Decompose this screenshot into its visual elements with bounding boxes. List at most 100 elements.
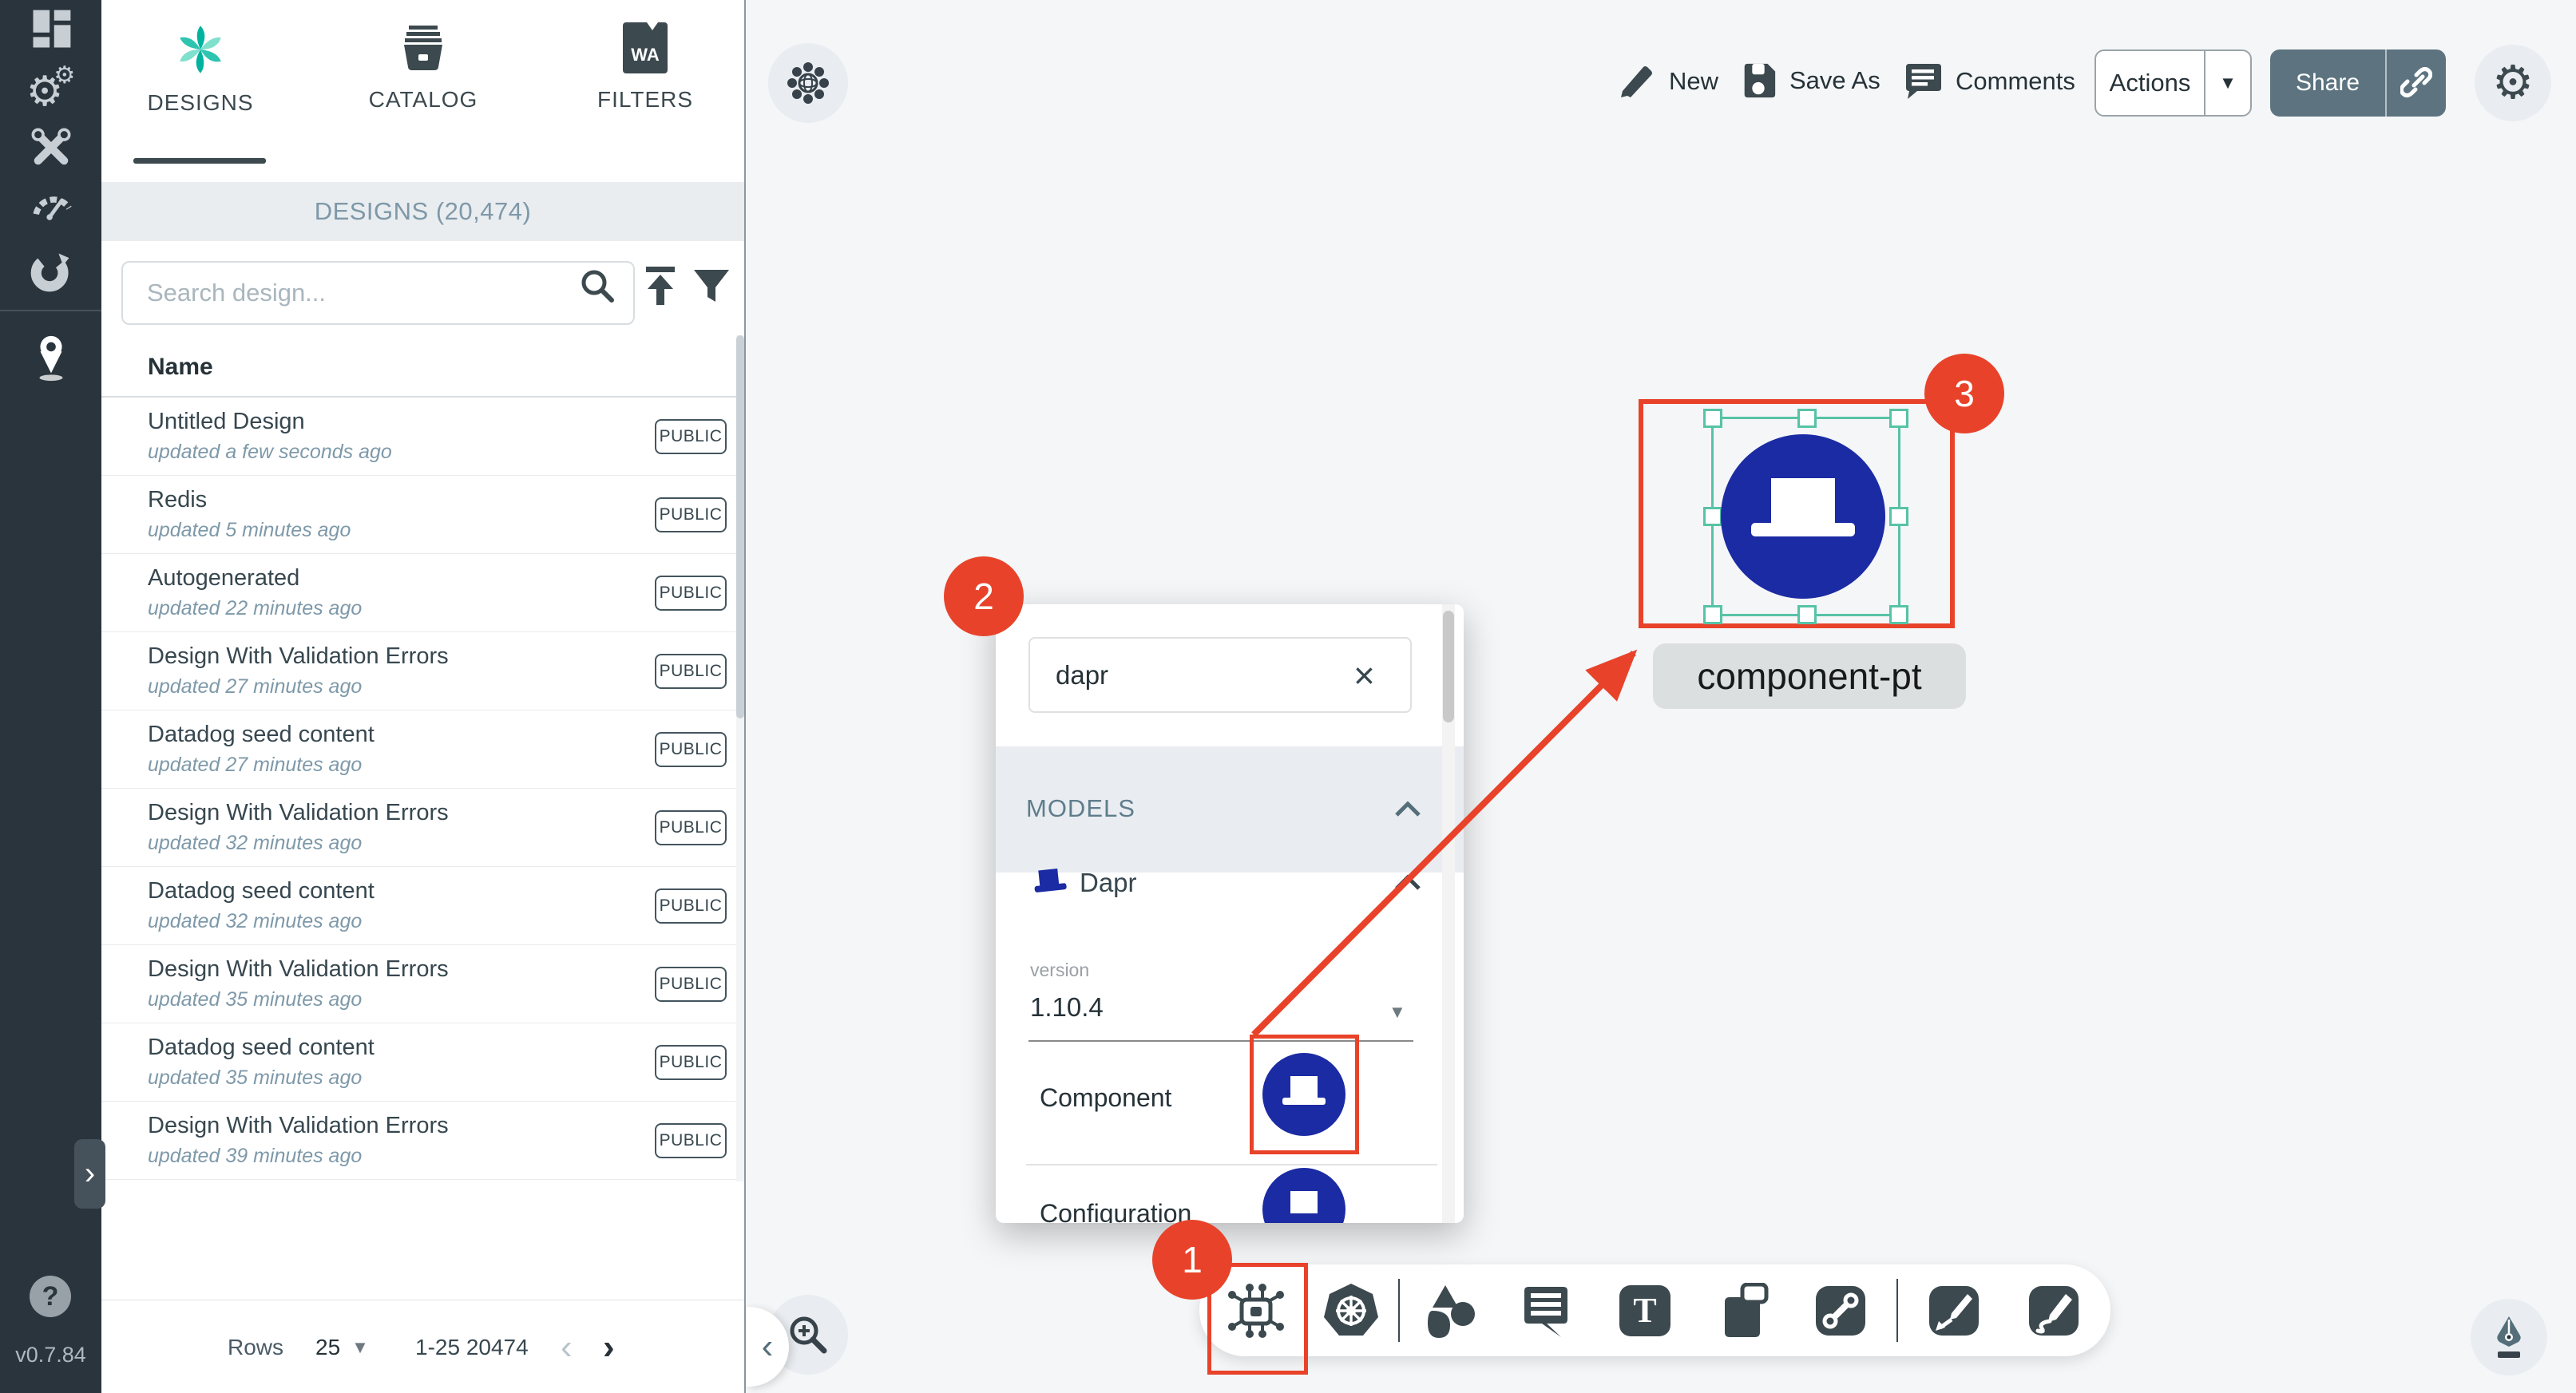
design-list-item[interactable]: Design With Validation Errors updated 32… xyxy=(101,789,744,867)
design-list-item[interactable]: Design With Validation Errors updated 27… xyxy=(101,632,744,710)
search-icon[interactable] xyxy=(577,265,620,308)
component-row-label: Component xyxy=(1040,1083,1171,1113)
sidebar-item-kanvas[interactable] xyxy=(0,329,101,386)
save-as-button[interactable]: Save As xyxy=(1738,61,1880,101)
annotation-box-component-icon xyxy=(1250,1035,1359,1154)
design-list-item[interactable]: Design With Validation Errors updated 39… xyxy=(101,1102,744,1180)
help-button[interactable]: ? xyxy=(30,1276,71,1317)
list-scrollbar[interactable] xyxy=(736,335,744,1181)
design-canvas[interactable]: ‹ New xyxy=(744,0,2576,1393)
active-tab-underline xyxy=(133,158,266,164)
publish-upload-icon[interactable] xyxy=(638,263,683,308)
design-updated-text: updated 27 minutes ago xyxy=(148,675,362,698)
design-list-item[interactable]: Datadog seed content updated 27 minutes … xyxy=(101,710,744,789)
version-text: v0.7.84 xyxy=(0,1343,101,1367)
dapr-component-node[interactable] xyxy=(1720,433,1886,600)
freehand-draw-tool[interactable] xyxy=(2014,1264,2094,1356)
chevron-up-icon xyxy=(1393,799,1422,818)
filter-funnel-icon[interactable] xyxy=(691,265,732,307)
sticky-note-icon xyxy=(1718,1283,1771,1339)
tab-catalog[interactable]: CATALOG xyxy=(343,22,503,166)
sidebar-item-extensions[interactable] xyxy=(0,243,101,300)
resize-handle[interactable] xyxy=(1797,605,1817,624)
sidebar-item-lifecycle[interactable]: ⚙⚙ xyxy=(0,59,101,117)
design-name: Datadog seed content xyxy=(148,1035,375,1061)
dialog-scrollbar[interactable] xyxy=(1442,604,1455,1223)
actions-split-button[interactable]: Actions ▼ xyxy=(2094,49,2252,117)
rows-per-page-select[interactable]: 25 ▼ xyxy=(315,1300,369,1393)
design-list-item[interactable]: Design With Validation Errors updated 35… xyxy=(101,945,744,1023)
design-list-item[interactable]: Datadog seed content updated 35 minutes … xyxy=(101,1023,744,1102)
resize-handle[interactable] xyxy=(1797,409,1817,428)
design-list-item[interactable]: Redis updated 5 minutes ago PUBLIC xyxy=(101,476,744,554)
design-name: Design With Validation Errors xyxy=(148,643,449,670)
prev-page-button[interactable]: ‹ xyxy=(561,1300,573,1393)
design-updated-text: updated 39 minutes ago xyxy=(148,1145,362,1168)
new-button[interactable]: New xyxy=(1616,61,1718,102)
tab-filters-label: FILTERS xyxy=(565,87,725,113)
node-label[interactable]: component-pt xyxy=(1653,643,1966,709)
tab-filters[interactable]: WA FILTERS xyxy=(565,22,725,166)
model-name-label: Dapr xyxy=(1080,868,1137,898)
design-name: Redis xyxy=(148,487,207,513)
component-search-dialog: × MODELS Dapr version 1.10.4 xyxy=(996,604,1464,1223)
resize-handle[interactable] xyxy=(1889,409,1908,428)
actions-dropdown-arrow[interactable]: ▼ xyxy=(2205,73,2250,93)
gauge-icon xyxy=(27,181,75,229)
settings-button[interactable]: ⚙ xyxy=(2475,45,2551,121)
design-visibility-badge: PUBLIC xyxy=(655,810,727,845)
tab-designs[interactable]: DESIGNS xyxy=(121,22,280,166)
resize-handle[interactable] xyxy=(1703,605,1722,624)
share-split-button[interactable]: Share xyxy=(2270,49,2446,117)
resize-handle[interactable] xyxy=(1889,605,1908,624)
toolbar-divider xyxy=(1896,1279,1898,1342)
resize-handle[interactable] xyxy=(1889,507,1908,526)
rail-expand-handle[interactable]: › xyxy=(74,1139,105,1209)
design-list-item[interactable]: Datadog seed content updated 32 minutes … xyxy=(101,867,744,945)
design-visibility-badge: PUBLIC xyxy=(655,1123,727,1158)
comment-icon xyxy=(1901,61,1943,102)
text-tool-icon: T xyxy=(1619,1285,1670,1336)
sidebar-item-performance[interactable] xyxy=(0,176,101,234)
copy-link-button[interactable] xyxy=(2387,67,2446,99)
models-section-header[interactable]: MODELS xyxy=(996,746,1464,873)
design-search-input[interactable] xyxy=(121,261,635,325)
clear-search-icon[interactable]: × xyxy=(1353,654,1375,697)
crossed-tools-icon xyxy=(28,125,74,171)
comment-tool[interactable] xyxy=(1506,1264,1586,1356)
resize-handle[interactable] xyxy=(1703,409,1722,428)
dapr-configuration-icon[interactable] xyxy=(1262,1167,1346,1223)
draw-arrow-tool[interactable] xyxy=(1914,1264,1994,1356)
design-name: Datadog seed content xyxy=(148,722,375,748)
sidebar-item-dashboard[interactable] xyxy=(0,1,101,58)
designs-count-header: DESIGNS (20,474) xyxy=(101,182,744,241)
pagination-range: 1-25 20474 xyxy=(415,1300,529,1393)
sidebar-item-configuration[interactable] xyxy=(0,119,101,176)
design-visibility-badge: PUBLIC xyxy=(655,888,727,924)
text-tool[interactable]: T xyxy=(1605,1264,1685,1356)
design-list-item[interactable]: Untitled Design updated a few seconds ag… xyxy=(101,398,744,476)
design-list-item[interactable]: Autogenerated updated 22 minutes ago PUB… xyxy=(101,554,744,632)
design-visibility-badge: PUBLIC xyxy=(655,732,727,767)
meshsync-status-button[interactable] xyxy=(768,43,848,123)
designs-drawer: DESIGNS CATALOG WA FILTERS DESIGNS (20,4… xyxy=(101,0,744,1393)
design-visibility-badge: PUBLIC xyxy=(655,967,727,1002)
wasm-filter-icon: WA xyxy=(623,22,668,73)
next-page-button[interactable]: › xyxy=(603,1300,615,1393)
dapr-hat-icon xyxy=(1031,866,1071,900)
list-scrollbar-thumb[interactable] xyxy=(736,335,744,718)
shapes-tool[interactable] xyxy=(1412,1264,1492,1356)
kubernetes-tool[interactable] xyxy=(1311,1264,1391,1356)
design-updated-text: updated 27 minutes ago xyxy=(148,754,362,777)
whiteboard-pen-button[interactable] xyxy=(2471,1299,2547,1375)
version-label: version xyxy=(1030,960,1089,981)
annotation-badge-3: 3 xyxy=(1924,354,2004,433)
comments-button[interactable]: Comments xyxy=(1901,61,2075,102)
dialog-scrollbar-thumb[interactable] xyxy=(1443,611,1454,722)
caret-down-icon: ▼ xyxy=(1389,1002,1406,1023)
caret-down-icon: ▼ xyxy=(351,1337,369,1358)
note-tool[interactable] xyxy=(1705,1264,1785,1356)
link-tool[interactable] xyxy=(1801,1264,1880,1356)
pen-nib-icon xyxy=(2488,1315,2530,1359)
gears-icon: ⚙⚙ xyxy=(26,64,76,113)
